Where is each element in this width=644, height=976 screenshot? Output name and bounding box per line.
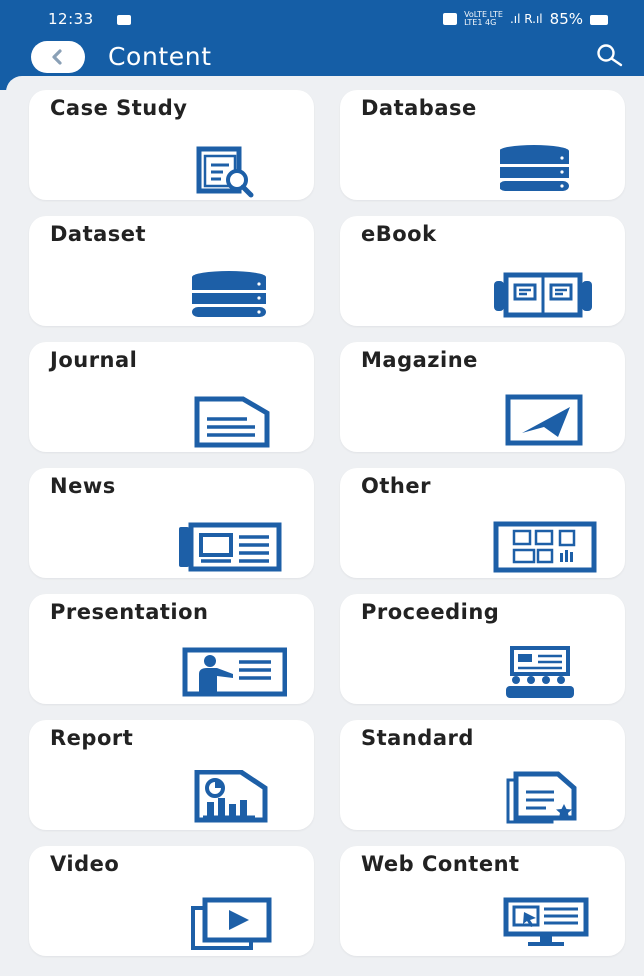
card-title: Web Content — [361, 852, 520, 876]
journal-icon — [189, 395, 273, 451]
magazine-icon — [502, 393, 586, 449]
standard-icon — [502, 770, 586, 826]
card-title: Report — [50, 726, 134, 750]
web-content-icon — [496, 896, 589, 952]
card-title: Journal — [50, 348, 138, 372]
category-card-presentation[interactable]: Presentation — [29, 594, 314, 704]
signal-icon: .ıl R.ıl — [509, 12, 543, 26]
database-icon — [500, 143, 584, 199]
card-title: Dataset — [50, 222, 147, 246]
card-title: News — [50, 474, 116, 498]
category-card-other[interactable]: Other — [340, 468, 625, 578]
card-title: Other — [361, 474, 431, 498]
card-title: Standard — [361, 726, 474, 750]
content-grid: Case Study Database Dataset eBook Journa… — [6, 76, 644, 976]
status-bar: 12:33 VoLTE LTE LTE1 4G .ıl R.ıl 85% — [0, 0, 644, 38]
category-card-journal[interactable]: Journal — [29, 342, 314, 452]
category-card-dataset[interactable]: Dataset — [29, 216, 314, 326]
network-icon: VoLTE LTE LTE1 4G — [464, 10, 503, 27]
card-title: Video — [50, 852, 120, 876]
battery-text: 85% — [549, 10, 583, 28]
category-card-news[interactable]: News — [29, 468, 314, 578]
case-study-icon — [189, 143, 273, 199]
category-card-database[interactable]: Database — [340, 90, 625, 200]
back-arrow-icon — [52, 49, 62, 65]
presentation-icon — [177, 646, 287, 702]
message-icon — [117, 15, 131, 25]
notification-icon — [443, 13, 458, 25]
category-card-video[interactable]: Video — [29, 846, 314, 956]
status-indicators: VoLTE LTE LTE1 4G .ıl R.ıl 85% — [443, 10, 608, 28]
category-card-web-content[interactable]: Web Content — [340, 846, 625, 956]
ebook-icon — [488, 269, 592, 325]
other-icon — [488, 520, 597, 576]
search-icon — [597, 44, 623, 67]
dataset-icon — [189, 269, 273, 325]
card-title: eBook — [361, 222, 437, 246]
card-title: Magazine — [361, 348, 478, 372]
report-icon — [189, 770, 273, 826]
card-title: Presentation — [50, 600, 209, 624]
category-card-proceeding[interactable]: Proceeding — [340, 594, 625, 704]
search-button[interactable] — [593, 41, 629, 71]
status-time: 12:33 — [48, 10, 94, 28]
category-card-case-study[interactable]: Case Study — [29, 90, 314, 200]
card-title: Case Study — [50, 96, 188, 120]
card-title: Proceeding — [361, 600, 500, 624]
news-icon — [175, 521, 282, 577]
card-title: Database — [361, 96, 477, 120]
back-button[interactable] — [31, 41, 85, 73]
category-card-standard[interactable]: Standard — [340, 720, 625, 830]
category-card-report[interactable]: Report — [29, 720, 314, 830]
category-card-magazine[interactable]: Magazine — [340, 342, 625, 452]
category-card-ebook[interactable]: eBook — [340, 216, 625, 326]
page-title: Content — [108, 42, 212, 71]
proceeding-icon — [500, 646, 584, 702]
video-icon — [187, 896, 272, 952]
battery-icon — [590, 15, 608, 25]
